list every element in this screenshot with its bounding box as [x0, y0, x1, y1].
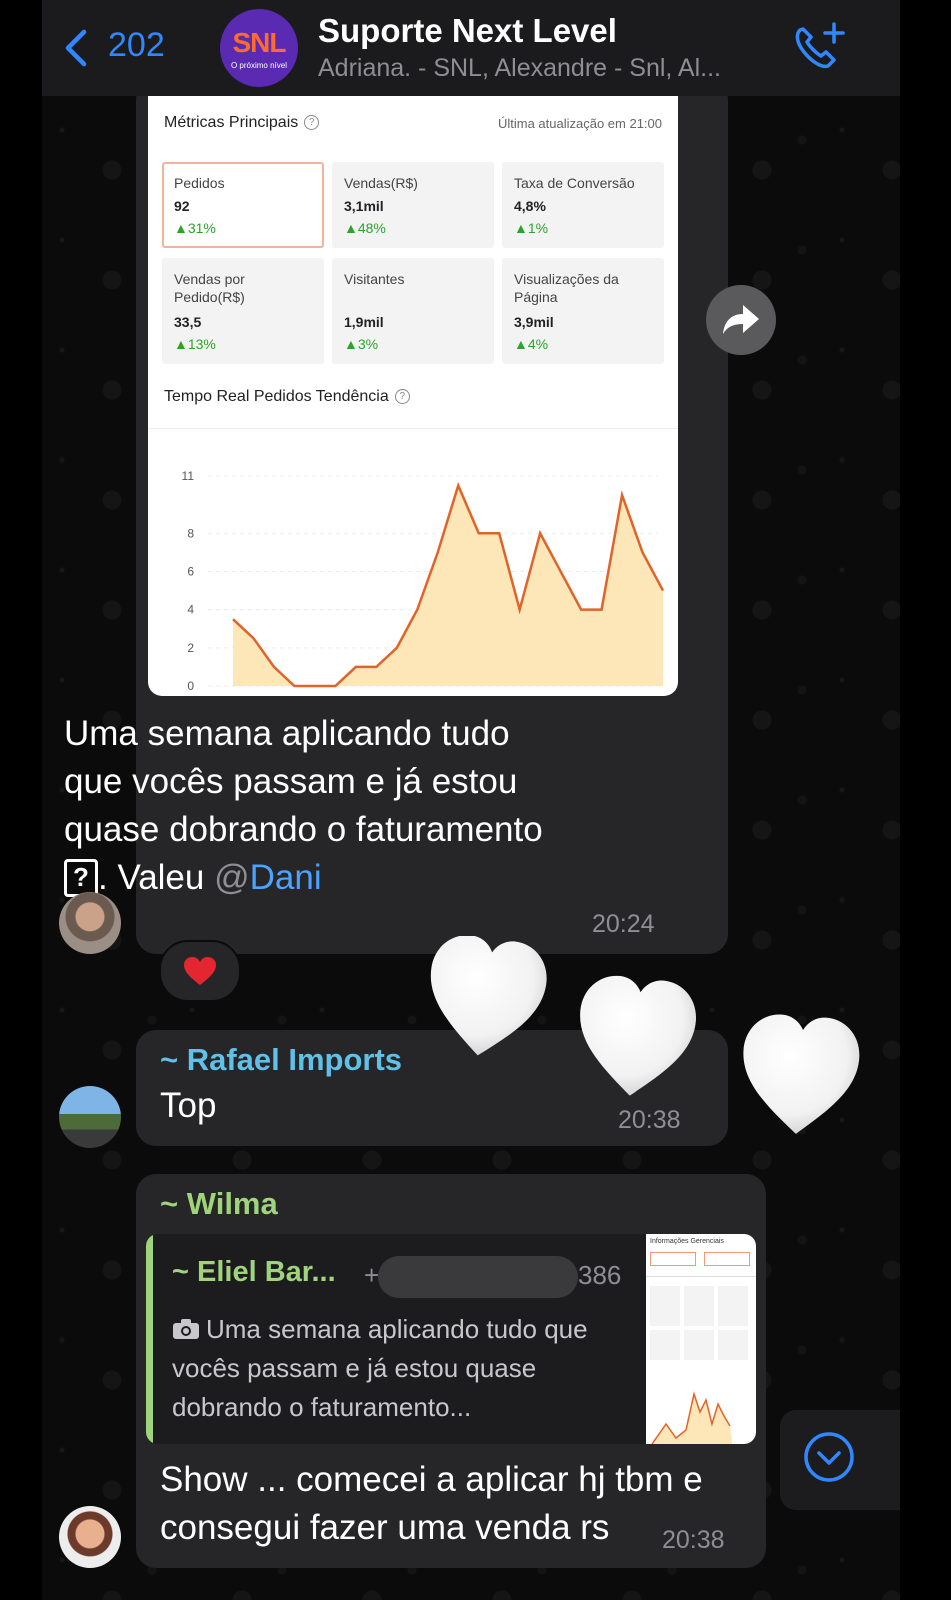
- metrics-screenshot[interactable]: Métricas Principais? Última atualização …: [148, 96, 678, 696]
- chart-title: Tempo Real Pedidos Tendência?: [164, 388, 410, 406]
- sender-name[interactable]: ~ Wilma: [160, 1186, 278, 1222]
- mention-link[interactable]: @Dani: [214, 858, 322, 897]
- trend-chart: 0 2 4 6 8 11: [182, 469, 665, 693]
- quote-bar: [146, 1234, 153, 1444]
- white-heart-icon: [743, 1014, 860, 1134]
- message-text[interactable]: Top: [160, 1086, 216, 1126]
- metric-card: Visualizações da Página 3,9mil ▲4%: [502, 258, 664, 364]
- metric-card: Vendas(R$) 3,1mil ▲48%: [332, 162, 494, 248]
- sender-avatar-1[interactable]: [59, 892, 121, 954]
- group-members[interactable]: Adriana. - SNL, Alexandre - Snl, Al...: [318, 54, 721, 83]
- quoted-phone-prefix: +: [364, 1260, 380, 1290]
- sender-avatar-2[interactable]: [59, 1086, 121, 1148]
- message-text[interactable]: Uma semana aplicando tudo que vocês pass…: [64, 710, 564, 902]
- metric-card: Visitantes 1,9mil ▲3%: [332, 258, 494, 364]
- scroll-to-bottom-button[interactable]: [780, 1410, 900, 1510]
- metric-card: Taxa de Conversão 4,8% ▲1%: [502, 162, 664, 248]
- thumb-chart: [651, 1391, 732, 1444]
- y-tick-label: 2: [187, 641, 194, 655]
- share-arrow-icon: [723, 305, 759, 334]
- redacted-phone: [378, 1256, 578, 1298]
- metrics-title: Métricas Principais?: [164, 114, 320, 132]
- back-chevron-icon[interactable]: [60, 28, 94, 68]
- group-title[interactable]: Suporte Next Level: [318, 12, 617, 50]
- divider: [148, 428, 678, 429]
- chat-header: 202 SNL O próximo nível Suporte Next Lev…: [42, 0, 900, 96]
- y-tick-label: 8: [187, 526, 194, 540]
- white-heart-icon: [580, 975, 696, 1096]
- logo-subtitle: O próximo nível: [230, 61, 288, 70]
- quoted-reply[interactable]: ~ Eliel Bar... + 386 Uma semana aplicand…: [146, 1234, 756, 1444]
- camera-icon: [173, 1319, 199, 1339]
- quoted-thumbnail: Informações Gerenciais: [646, 1234, 756, 1444]
- add-call-icon[interactable]: [790, 20, 850, 76]
- chevron-down-icon: [804, 1432, 854, 1482]
- thumb-title: Informações Gerenciais: [650, 1238, 724, 1245]
- unread-count[interactable]: 202: [108, 26, 165, 65]
- quoted-sender: ~ Eliel Bar...: [172, 1256, 336, 1288]
- logo-text: SNL: [232, 27, 287, 58]
- forward-button[interactable]: [706, 285, 776, 355]
- metric-card: Vendas por Pedido(R$) 33,5 ▲13%: [162, 258, 324, 364]
- y-tick-label: 4: [187, 603, 194, 617]
- y-tick-label: 11: [182, 469, 195, 483]
- message-time: 20:38: [662, 1526, 725, 1554]
- y-tick-label: 0: [187, 679, 194, 693]
- white-heart-icon: [430, 936, 547, 1056]
- quoted-phone-tail: 386: [578, 1260, 622, 1290]
- sender-name[interactable]: ~ Rafael Imports: [160, 1042, 402, 1078]
- sender-avatar-3[interactable]: [59, 1506, 121, 1568]
- chat-window: 202 SNL O próximo nível Suporte Next Lev…: [42, 0, 900, 1600]
- message-time: 20:24: [592, 910, 655, 938]
- group-avatar[interactable]: SNL O próximo nível: [220, 9, 298, 87]
- metric-card: Pedidos 92 ▲31%: [162, 162, 324, 248]
- red-heart-icon: [184, 957, 216, 985]
- quoted-text: Uma semana aplicando tudo que vocês pass…: [172, 1314, 588, 1422]
- y-tick-label: 6: [187, 564, 194, 578]
- reaction-badge[interactable]: [159, 940, 241, 1002]
- message-text[interactable]: Show ... comecei a aplicar hj tbm e cons…: [160, 1456, 720, 1552]
- floating-hearts: [430, 936, 860, 1134]
- last-update: Última atualização em 21:00: [497, 116, 662, 131]
